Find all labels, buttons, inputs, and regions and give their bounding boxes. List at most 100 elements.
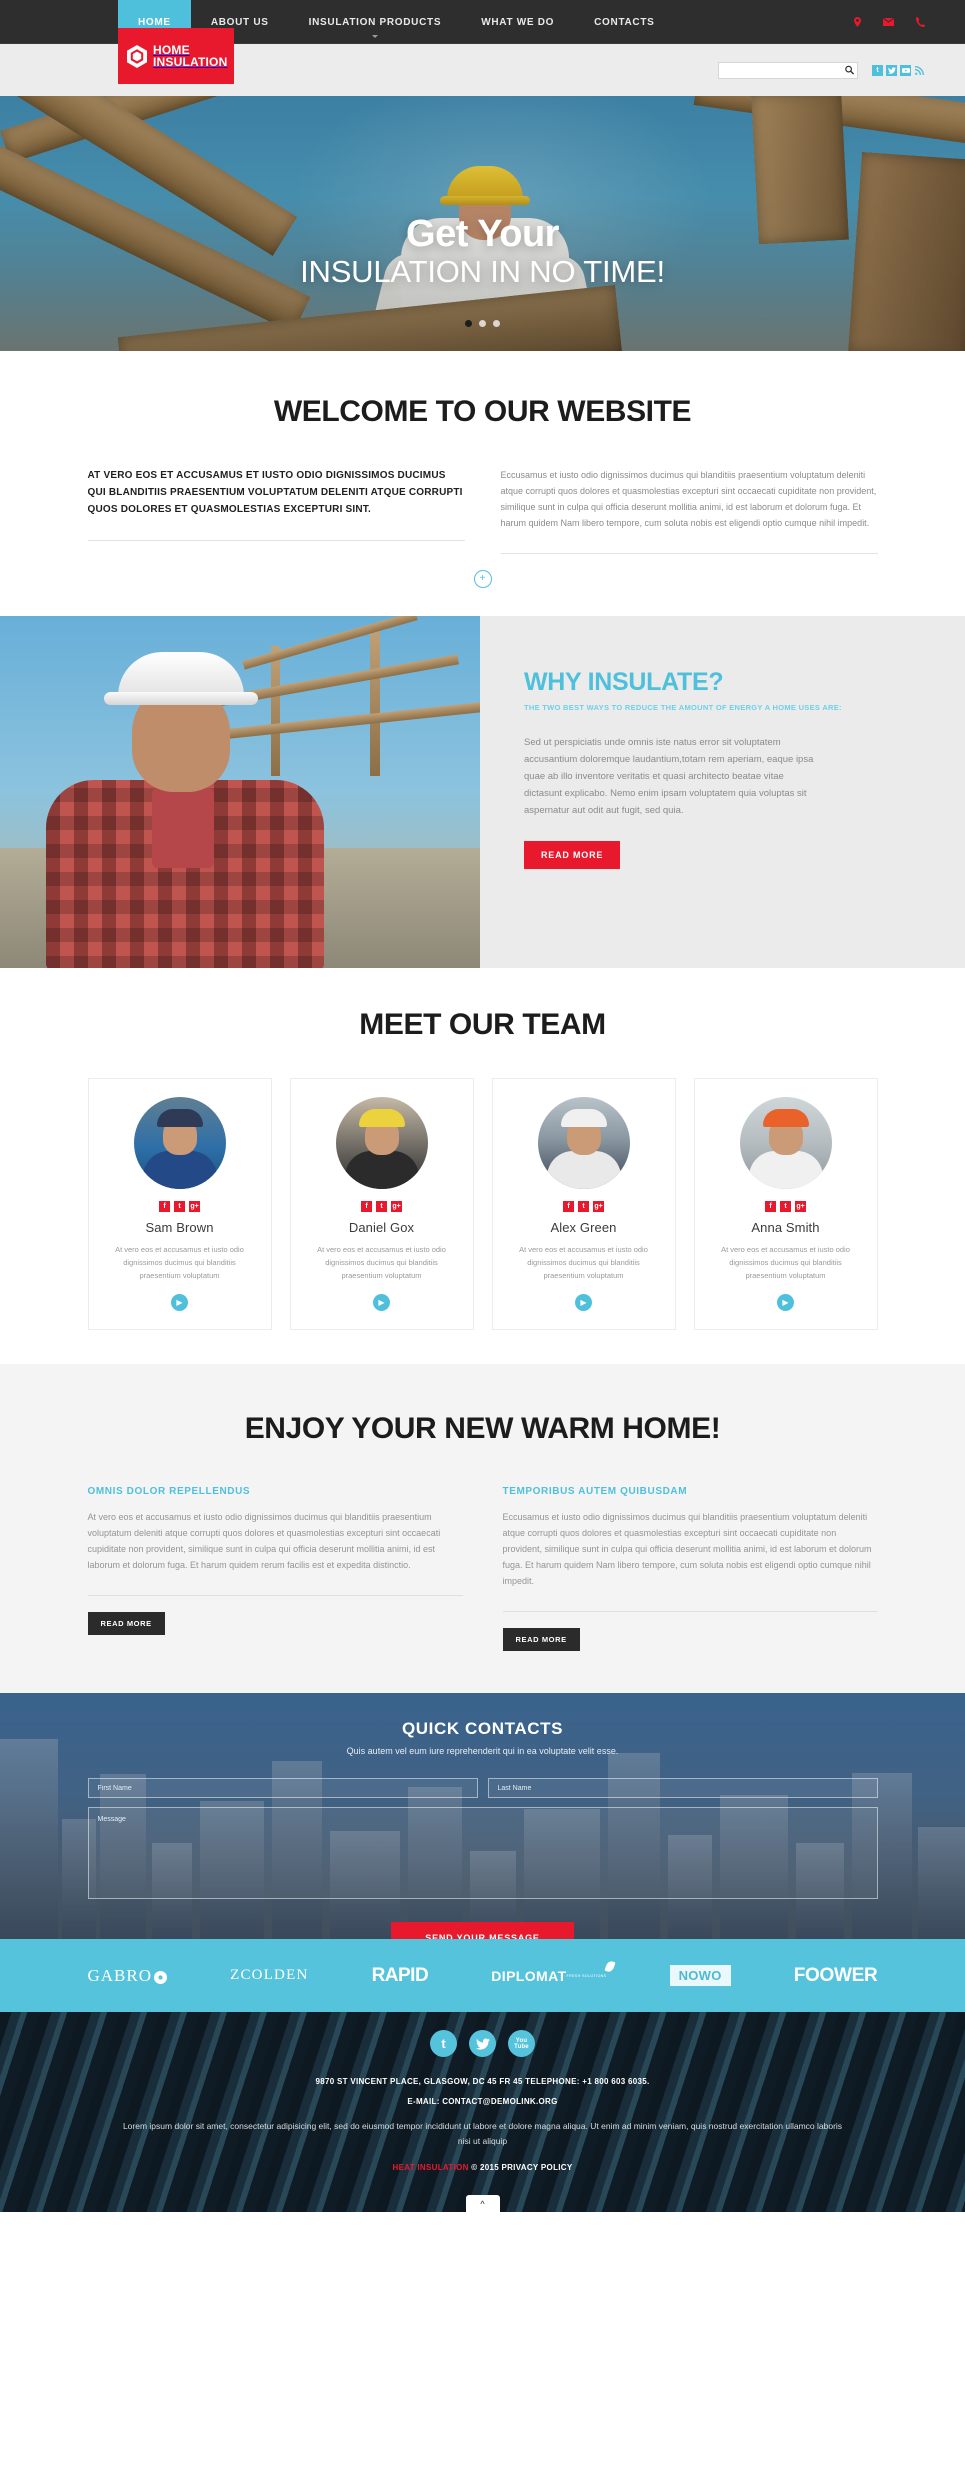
enjoy-read-more-button-1[interactable]: READ MORE [87, 1612, 165, 1635]
play-icon[interactable]: ▶ [171, 1294, 188, 1311]
facebook-icon[interactable]: f [765, 1201, 776, 1212]
slider-dot-2[interactable] [479, 320, 486, 327]
facebook-icon[interactable]: f [563, 1201, 574, 1212]
footer-copyright-text: © 2015 PRIVACY POLICY [468, 2163, 573, 2172]
team-title: MEET OUR TEAM [359, 1008, 606, 1041]
site-footer: t You Tube 9870 ST VINCENT PLACE, GLASGO… [0, 2012, 965, 2212]
footer-copyright: HEAT INSULATION © 2015 PRIVACY POLICY [0, 2163, 965, 2172]
welcome-body-text: Eccusamus et iusto odio dignissimos duci… [500, 470, 877, 528]
enjoy-title: ENJOY YOUR NEW WARM HOME! [244, 1412, 721, 1445]
enjoy-column-1-heading: OMNIS DOLOR REPELLENDUS [87, 1486, 251, 1497]
why-read-more-button[interactable]: READ MORE [524, 841, 621, 869]
team-social-links: f t g+ [303, 1201, 461, 1212]
search-button[interactable] [845, 65, 855, 75]
site-logo[interactable]: HOME INSULATION [118, 28, 234, 84]
brand-logo-gabro[interactable]: GABRO [88, 1966, 168, 1986]
team-member-name: Alex Green [550, 1220, 617, 1235]
youtube-icon[interactable] [900, 64, 911, 76]
team-section: MEET OUR TEAM f t g+ Sam Brown At vero e… [0, 968, 965, 1364]
google-plus-icon[interactable]: g+ [593, 1201, 604, 1212]
header-social-links: t [872, 64, 925, 76]
twitter-icon[interactable] [886, 64, 897, 76]
brand-logo-zcolden[interactable]: ZCOLDEN [230, 1967, 308, 1984]
search-box[interactable] [718, 61, 858, 79]
logo-text: HOME INSULATION [153, 44, 227, 68]
brand-logo-nowo[interactable]: NOWO [669, 1965, 731, 1986]
search-input[interactable] [719, 62, 857, 78]
team-card[interactable]: f t g+ Alex Green At vero eos et accusam… [491, 1078, 676, 1330]
welcome-title: WELCOME TO OUR WEBSITE [273, 395, 692, 428]
hexagon-logo-icon [127, 44, 147, 68]
nav-item-what-we-do[interactable]: WHAT WE DO [461, 0, 574, 44]
tumblr-icon[interactable]: t [872, 64, 883, 76]
welcome-columns: AT VERO EOS ET ACCUSAMUS ET IUSTO ODIO D… [87, 467, 878, 554]
enjoy-column-1-body: At vero eos et accusamus et iusto odio d… [87, 1512, 441, 1570]
quick-contacts-section: QUICK CONTACTS Quis autem vel eum iure r… [0, 1693, 965, 1939]
facebook-icon[interactable]: f [159, 1201, 170, 1212]
why-insulate-content: WHY INSULATE? THE TWO BEST WAYS TO REDUC… [480, 616, 965, 968]
team-card[interactable]: f t g+ Daniel Gox At vero eos et accusam… [289, 1078, 474, 1330]
brand-label: RAPID [371, 1964, 429, 1986]
nav-label: WHAT WE DO [481, 16, 555, 28]
team-social-links: f t g+ [707, 1201, 865, 1212]
enjoy-read-more-button-2[interactable]: READ MORE [502, 1628, 580, 1651]
team-member-name: Sam Brown [145, 1220, 214, 1235]
chevron-down-icon [371, 35, 378, 38]
why-insulate-body: Sed ut perspiciatis unde omnis iste natu… [524, 737, 814, 816]
why-insulate-section: WHY INSULATE? THE TWO BEST WAYS TO REDUC… [0, 616, 965, 968]
brand-label: NOWO [678, 1968, 722, 1983]
divider [502, 1611, 878, 1612]
team-member-description: At vero eos et accusamus et iusto odio d… [519, 1245, 648, 1280]
enjoy-section: ENJOY YOUR NEW WARM HOME! OMNIS DOLOR RE… [0, 1364, 965, 1693]
nav-item-insulation-products[interactable]: INSULATION PRODUCTS [289, 0, 462, 44]
enjoy-column-2-heading: TEMPORIBUS AUTEM QUIBUSDAM [502, 1486, 688, 1497]
play-icon[interactable]: ▶ [373, 1294, 390, 1311]
welcome-lead-column: AT VERO EOS ET ACCUSAMUS ET IUSTO ODIO D… [87, 467, 465, 554]
footer-description: Lorem ipsum dolor sit amet, consectetur … [122, 2121, 843, 2146]
nav-item-contacts[interactable]: CONTACTS [574, 0, 674, 44]
why-insulate-subtitle: THE TWO BEST WAYS TO REDUCE THE AMOUNT O… [524, 703, 842, 712]
youtube-icon[interactable]: You Tube [508, 2030, 535, 2057]
google-plus-icon[interactable]: g+ [189, 1201, 200, 1212]
hero-slider[interactable]: Get Your INSULATION IN NO TIME! [0, 96, 965, 351]
avatar [133, 1097, 226, 1189]
team-card[interactable]: f t g+ Sam Brown At vero eos et accusamu… [87, 1078, 272, 1330]
brand-logo-diplomat[interactable]: DIPLOMAT FRESH SOLUTIONS [491, 1959, 616, 1984]
twitter-icon[interactable]: t [376, 1201, 387, 1212]
google-plus-icon[interactable]: g+ [795, 1201, 806, 1212]
team-member-description: At vero eos et accusamus et iusto odio d… [115, 1245, 244, 1280]
play-icon[interactable]: ▶ [777, 1294, 794, 1311]
phone-icon[interactable] [916, 17, 925, 27]
team-member-description: At vero eos et accusamus et iusto odio d… [317, 1245, 446, 1280]
message-textarea[interactable] [87, 1807, 878, 1899]
first-name-input[interactable] [87, 1778, 478, 1798]
brand-logo-foower[interactable]: FOOWER [794, 1965, 878, 1987]
tumblr-icon[interactable]: t [430, 2030, 457, 2057]
facebook-icon[interactable]: f [361, 1201, 372, 1212]
google-plus-icon[interactable]: g+ [391, 1201, 402, 1212]
brand-label: FOOWER [793, 1964, 878, 1986]
team-card[interactable]: f t g+ Anna Smith At vero eos et accusam… [693, 1078, 878, 1330]
hero-slider-pagination[interactable] [0, 320, 965, 327]
slider-dot-1[interactable] [465, 320, 472, 327]
avatar [335, 1097, 428, 1189]
enjoy-column-2: TEMPORIBUS AUTEM QUIBUSDAM Eccusamus et … [502, 1486, 878, 1651]
hero-caption: Get Your INSULATION IN NO TIME! [0, 214, 965, 290]
brand-logo-rapid[interactable]: RAPID [372, 1965, 429, 1987]
twitter-icon[interactable] [469, 2030, 496, 2057]
welcome-body-column: Eccusamus et iusto odio dignissimos duci… [500, 467, 878, 554]
slider-dot-3[interactable] [493, 320, 500, 327]
play-icon[interactable]: ▶ [575, 1294, 592, 1311]
twitter-icon[interactable]: t [174, 1201, 185, 1212]
envelope-icon[interactable] [883, 18, 894, 26]
plus-circle-icon[interactable]: + [473, 570, 492, 588]
rss-icon[interactable] [914, 65, 925, 76]
nav-label: ABOUT US [210, 16, 269, 28]
twitter-icon[interactable]: t [780, 1201, 791, 1212]
last-name-input[interactable] [487, 1778, 878, 1798]
send-message-button[interactable]: SEND YOUR MESSAGE [391, 1922, 574, 1939]
logo-line-2: INSULATION [153, 55, 228, 69]
chevron-up-icon[interactable]: ^ [465, 2195, 500, 2212]
location-pin-icon[interactable] [854, 17, 861, 27]
twitter-icon[interactable]: t [578, 1201, 589, 1212]
